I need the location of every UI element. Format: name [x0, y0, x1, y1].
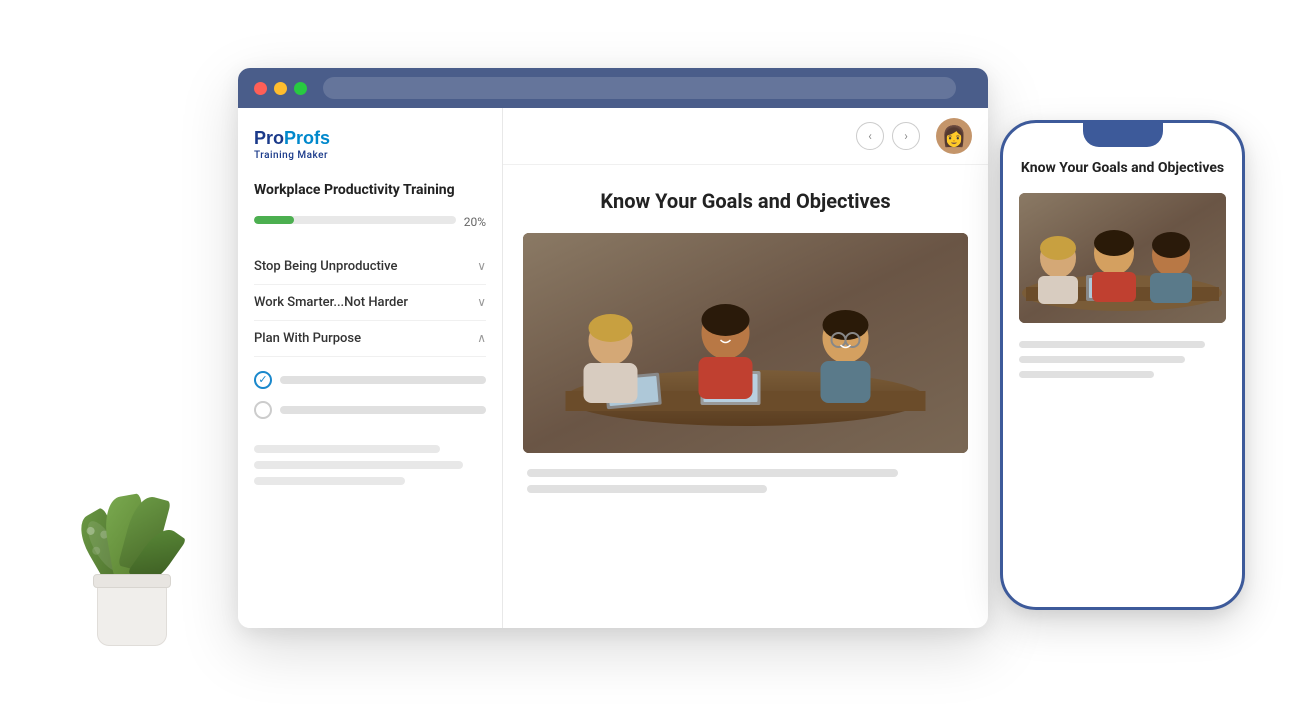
- main-content: ‹ › 👩 Know Your Goals and Objectives: [503, 108, 988, 628]
- browser-dots: [254, 82, 307, 95]
- avatar: 👩: [936, 118, 972, 154]
- logo-subtitle: Training Maker: [254, 150, 486, 161]
- logo: ProProfs Training Maker: [254, 128, 486, 161]
- bottom-lines: [254, 445, 486, 485]
- content-header: ‹ › 👩: [503, 108, 988, 165]
- logo-container: ProProfs Training Maker: [254, 128, 486, 161]
- menu-item-text-2: Work Smarter...Not Harder: [254, 295, 408, 310]
- submenu-item-2[interactable]: [254, 395, 486, 425]
- chevron-up-icon: ∧: [477, 331, 486, 345]
- plant-decoration: [62, 426, 202, 646]
- lesson-image-inner: [523, 233, 968, 453]
- phone-line-1: [1019, 341, 1205, 348]
- scene: ProProfs Training Maker Workplace Produc…: [0, 0, 1300, 706]
- lesson-scene-svg: [523, 233, 968, 453]
- progress-bar-fill: [254, 216, 294, 224]
- browser-titlebar: [238, 68, 988, 108]
- course-title: Workplace Productivity Training: [254, 181, 486, 201]
- phone-bottom-lines: [1019, 337, 1226, 390]
- submenu-item-1[interactable]: ✓: [254, 365, 486, 395]
- leaf-spots: [85, 525, 96, 536]
- sidebar: ProProfs Training Maker Workplace Produc…: [238, 108, 503, 628]
- nav-prev-button[interactable]: ‹: [856, 122, 884, 150]
- lesson-bottom-lines: [523, 469, 968, 493]
- lesson-area: Know Your Goals and Objectives: [503, 165, 988, 628]
- phone-content: Know Your Goals and Objectives: [1003, 123, 1242, 607]
- submenu-line-2: [280, 406, 486, 414]
- phone-container: Know Your Goals and Objectives: [1000, 120, 1245, 610]
- check-icon: ✓: [258, 373, 267, 386]
- submenu-line-1: [280, 376, 486, 384]
- phone-lesson-title: Know Your Goals and Objectives: [1019, 159, 1226, 179]
- radio-checked-icon: ✓: [254, 371, 272, 389]
- dot-yellow[interactable]: [274, 82, 287, 95]
- bottom-line-1: [254, 445, 440, 453]
- phone-notch: [1083, 123, 1163, 147]
- phone-line-3: [1019, 371, 1154, 378]
- browser-content: ProProfs Training Maker Workplace Produc…: [238, 108, 988, 628]
- menu-item-stop-unproductive[interactable]: Stop Being Unproductive ∨: [254, 249, 486, 285]
- bottom-line-3: [254, 477, 405, 485]
- chevron-down-icon-2: ∨: [477, 295, 486, 309]
- logo-pro: Pro: [254, 128, 284, 149]
- phone-scene-svg: [1019, 193, 1226, 323]
- menu-item-work-smarter[interactable]: Work Smarter...Not Harder ∨: [254, 285, 486, 321]
- dot-green[interactable]: [294, 82, 307, 95]
- lesson-line-2: [527, 485, 767, 493]
- menu-item-text-3: Plan With Purpose: [254, 331, 361, 346]
- nav-next-button[interactable]: ›: [892, 122, 920, 150]
- chevron-down-icon-1: ∨: [477, 259, 486, 273]
- lesson-title: Know Your Goals and Objectives: [523, 189, 968, 213]
- browser-urlbar[interactable]: [323, 77, 956, 99]
- lesson-line-1: [527, 469, 898, 477]
- submenu: ✓: [254, 357, 486, 433]
- browser-window: ProProfs Training Maker Workplace Produc…: [238, 68, 988, 628]
- progress-label: 20%: [464, 215, 486, 229]
- dot-red[interactable]: [254, 82, 267, 95]
- progress-container: 20%: [254, 215, 486, 229]
- menu-item-text-1: Stop Being Unproductive: [254, 259, 397, 274]
- phone-line-2: [1019, 356, 1185, 363]
- menu-item-plan-purpose[interactable]: Plan With Purpose ∧: [254, 321, 486, 357]
- phone: Know Your Goals and Objectives: [1000, 120, 1245, 610]
- nav-arrows: ‹ ›: [856, 122, 920, 150]
- logo-profs: Profs: [284, 128, 330, 149]
- radio-unchecked-icon: [254, 401, 272, 419]
- lesson-image: [523, 233, 968, 453]
- bottom-line-2: [254, 461, 463, 469]
- phone-image: [1019, 193, 1226, 323]
- plant-leaves: [72, 431, 192, 591]
- plant-pot: [97, 581, 167, 646]
- progress-bar-bg: [254, 216, 456, 224]
